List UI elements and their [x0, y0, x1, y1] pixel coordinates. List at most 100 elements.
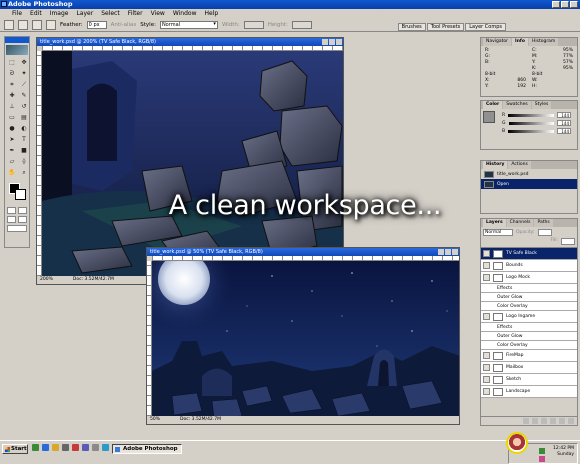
path-select-icon[interactable]: ➤ [7, 135, 17, 144]
visibility-eye-icon[interactable] [483, 262, 490, 269]
document-canvas[interactable] [42, 51, 343, 276]
doc-minimize-button[interactable] [438, 249, 444, 255]
screen-mode-standard-button[interactable] [7, 216, 16, 223]
taskbar-item-photoshop[interactable]: Adobe Photoshop [112, 444, 182, 454]
quickmask-mode-button[interactable] [18, 207, 27, 214]
magic-wand-icon[interactable]: ✦ [19, 69, 29, 78]
width-input[interactable] [243, 20, 264, 29]
tray-network-icon[interactable] [539, 448, 545, 454]
dodge-icon[interactable]: ◐ [19, 124, 29, 133]
history-brush-icon[interactable]: ↺ [19, 102, 29, 111]
menu-select[interactable]: Select [101, 9, 120, 18]
healing-brush-icon[interactable]: ✚ [7, 91, 17, 100]
layer-effect-row[interactable]: Outer Glow [481, 293, 577, 302]
color-panel-foreground-swatch[interactable] [483, 111, 495, 123]
new-layer-icon[interactable] [559, 418, 565, 424]
tab-styles[interactable]: Styles [531, 101, 552, 109]
blur-icon[interactable]: ● [7, 124, 17, 133]
trash-icon[interactable] [568, 418, 574, 424]
shape-icon[interactable]: ■ [19, 146, 29, 155]
tray-app-icon[interactable] [539, 456, 545, 462]
color-slider-r[interactable]: R 144 [498, 111, 575, 119]
user-avatar-highlight[interactable] [506, 432, 528, 454]
document-size[interactable]: Doc: 3.52M/42.7M [180, 416, 221, 424]
document-canvas[interactable] [152, 261, 459, 416]
quicklaunch-folder-icon[interactable] [52, 444, 59, 451]
notes-icon[interactable]: ▱ [7, 157, 17, 166]
document-title-bar[interactable]: title_work.psd @ 200% (TV Safe Black, RG… [37, 38, 343, 46]
visibility-eye-icon[interactable] [483, 364, 490, 371]
height-input[interactable] [291, 20, 312, 29]
menu-image[interactable]: Image [50, 9, 69, 18]
antialias-checkbox[interactable]: Anti-alias [111, 22, 137, 28]
maximize-button[interactable] [561, 1, 569, 8]
layer-row[interactable]: Sketch [481, 374, 577, 386]
layer-effect-row[interactable]: Color Overlay [481, 341, 577, 350]
standard-mode-button[interactable] [7, 207, 16, 214]
quicklaunch-media-icon[interactable] [72, 444, 79, 451]
color-slider-b[interactable]: B 144 [498, 127, 575, 135]
layer-row[interactable]: Mailbox [481, 362, 577, 374]
minimize-button[interactable] [552, 1, 560, 8]
visibility-eye-icon[interactable] [483, 274, 490, 281]
eyedropper-icon[interactable]: ⟠ [19, 157, 29, 166]
layer-row[interactable]: Logo Ingame [481, 311, 577, 323]
tab-navigator[interactable]: Navigator [483, 38, 512, 46]
menu-file[interactable]: File [12, 9, 22, 18]
tab-info[interactable]: Info [512, 38, 528, 46]
layer-row[interactable]: TV Safe Black [481, 248, 577, 260]
doc-close-button[interactable] [336, 39, 342, 45]
layer-effect-row[interactable]: Outer Glow [481, 332, 577, 341]
history-item[interactable]: Open [481, 179, 577, 189]
history-item[interactable]: title_work.psd [481, 169, 577, 179]
palette-well-tool-presets[interactable]: Tool Presets [426, 23, 465, 31]
background-color-swatch[interactable] [15, 189, 26, 200]
opacity-input[interactable] [537, 229, 552, 236]
clock[interactable]: 12:42 PM Sunday [553, 446, 574, 458]
tab-history[interactable]: History [483, 161, 508, 169]
layer-row[interactable]: Bounds [481, 260, 577, 272]
style-select[interactable]: Normal [159, 20, 218, 29]
fill-input[interactable] [561, 238, 575, 245]
color-slider-value[interactable]: 144 [557, 112, 571, 118]
add-selection-button[interactable] [32, 19, 42, 30]
layer-effect-row[interactable]: Effects [481, 284, 577, 293]
color-slider-value[interactable]: 144 [557, 128, 571, 134]
tool-preset-picker[interactable] [4, 19, 14, 30]
tab-paths[interactable]: Paths [534, 219, 553, 227]
zoom-level[interactable]: 50% [150, 416, 160, 424]
quicklaunch-app-icon[interactable] [32, 444, 39, 451]
quicklaunch-tool-icon[interactable] [82, 444, 89, 451]
slice-icon[interactable]: ⟋ [19, 80, 29, 89]
pen-icon[interactable]: ✒ [7, 146, 17, 155]
new-group-icon[interactable] [550, 418, 556, 424]
color-slider-g[interactable]: G 144 [498, 119, 575, 127]
new-selection-button[interactable] [18, 19, 28, 30]
doc-minimize-button[interactable] [322, 39, 328, 45]
quicklaunch-mail-icon[interactable] [102, 444, 109, 451]
tab-actions[interactable]: Actions [508, 161, 531, 169]
layer-effect-row[interactable]: Color Overlay [481, 302, 577, 311]
clone-stamp-icon[interactable]: ⊥ [7, 102, 17, 111]
color-slider-value[interactable]: 144 [557, 120, 571, 126]
layer-row[interactable]: FireMap [481, 350, 577, 362]
gradient-icon[interactable]: ▤ [19, 113, 29, 122]
menu-window[interactable]: Window [173, 9, 197, 18]
layer-mask-icon[interactable] [541, 418, 547, 424]
move-icon[interactable]: ✥ [19, 58, 29, 67]
zoom-level[interactable]: 200% [40, 276, 53, 284]
menu-help[interactable]: Help [205, 9, 219, 18]
jump-to-imageready-button[interactable] [7, 225, 27, 232]
palette-well-brushes[interactable]: Brushes [397, 23, 426, 31]
close-button[interactable] [570, 1, 578, 8]
tab-swatches[interactable]: Swatches [503, 101, 531, 109]
doc-maximize-button[interactable] [329, 39, 335, 45]
blend-mode-select[interactable]: Normal [483, 229, 513, 236]
document-title-bar[interactable]: title_work.psd @ 50% (TV Safe Black, RGB… [147, 248, 459, 256]
subtract-selection-button[interactable] [46, 19, 56, 30]
layer-effect-row[interactable]: Effects [481, 323, 577, 332]
zoom-icon[interactable]: ⌕ [19, 168, 29, 177]
toolbox-header[interactable] [5, 37, 29, 43]
visibility-eye-icon[interactable] [483, 313, 490, 320]
visibility-eye-icon[interactable] [483, 388, 490, 395]
